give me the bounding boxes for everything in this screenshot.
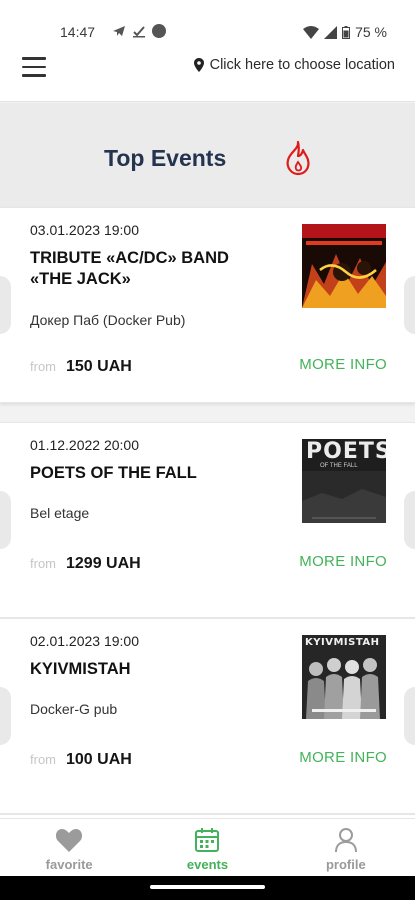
carousel-edge-right bbox=[404, 276, 415, 334]
event-card[interactable]: 01.12.2022 20:00 POETS OF THE FALL Bel e… bbox=[0, 422, 415, 618]
check-icon bbox=[133, 26, 145, 38]
more-info-button[interactable]: MORE INFO bbox=[299, 553, 387, 570]
carousel-edge-left bbox=[0, 491, 11, 549]
top-events-banner: Top Events bbox=[0, 103, 415, 207]
carousel-edge-right bbox=[404, 687, 415, 745]
price-value: 1299 UAH bbox=[66, 555, 141, 572]
heart-icon bbox=[56, 829, 83, 852]
price-value: 150 UAH bbox=[66, 358, 132, 375]
signal-icon bbox=[324, 25, 338, 39]
nav-profile-label: profile bbox=[325, 857, 366, 872]
home-indicator[interactable] bbox=[150, 885, 265, 889]
event-title: POETS OF THE FALL bbox=[30, 464, 197, 482]
nav-events[interactable]: events bbox=[138, 819, 276, 876]
location-label: Click here to choose location bbox=[209, 57, 395, 73]
menu-button[interactable] bbox=[22, 57, 48, 79]
event-date: 02.01.2023 19:00 bbox=[30, 633, 139, 649]
event-date: 01.12.2022 20:00 bbox=[30, 437, 139, 453]
battery-percent: 75 % bbox=[355, 24, 387, 40]
more-info-button[interactable]: MORE INFO bbox=[299, 749, 387, 766]
event-card[interactable]: 03.01.2023 19:00 TRIBUTE «AC/DC» BAND «T… bbox=[0, 207, 415, 403]
bottom-navigation: favorite events profile bbox=[0, 818, 415, 876]
user-icon bbox=[334, 828, 357, 853]
system-gesture-bar bbox=[0, 876, 415, 900]
event-date: 03.01.2023 19:00 bbox=[30, 222, 139, 238]
poster-title: POETS bbox=[306, 439, 386, 464]
event-poster-image[interactable] bbox=[302, 224, 386, 308]
carousel-edge-left bbox=[0, 687, 11, 745]
wifi-icon bbox=[303, 25, 320, 39]
more-info-button[interactable]: MORE INFO bbox=[299, 356, 387, 373]
app-header: Click here to choose location bbox=[0, 40, 415, 102]
price-from-label: from bbox=[30, 556, 56, 571]
fire-icon bbox=[286, 140, 310, 176]
event-poster-image[interactable]: KYIVMISTAH bbox=[302, 635, 386, 719]
event-venue: Bel etage bbox=[30, 505, 90, 521]
page-title: Top Events bbox=[104, 145, 227, 171]
nav-favorite-label: favorite bbox=[45, 857, 93, 872]
nav-profile[interactable]: profile bbox=[277, 819, 415, 876]
location-pin-icon bbox=[193, 58, 204, 72]
event-card[interactable]: 02.01.2023 19:00 KYIVMISTAH Docker-G pub… bbox=[0, 618, 415, 814]
event-poster-image[interactable]: POETS OF THE FALL bbox=[302, 439, 386, 523]
event-venue: Докер Паб (Docker Pub) bbox=[30, 312, 186, 328]
nav-favorite[interactable]: favorite bbox=[0, 819, 138, 876]
status-time: 14:47 bbox=[60, 24, 96, 40]
price-row: from 100 UAH bbox=[30, 751, 132, 769]
nav-events-label: events bbox=[186, 857, 229, 872]
carousel-edge-right bbox=[404, 491, 415, 549]
poster-subtitle: OF THE FALL bbox=[320, 463, 358, 469]
poster-title: KYIVMISTAH bbox=[305, 637, 380, 648]
circle-icon bbox=[152, 24, 166, 38]
price-row: from 150 UAH bbox=[30, 358, 132, 376]
battery-icon bbox=[342, 25, 351, 39]
telegram-icon bbox=[113, 26, 125, 36]
price-from-label: from bbox=[30, 752, 56, 767]
event-venue: Docker-G pub bbox=[30, 701, 118, 717]
price-from-label: from bbox=[30, 359, 56, 374]
price-value: 100 UAH bbox=[66, 751, 132, 768]
price-row: from 1299 UAH bbox=[30, 555, 141, 573]
calendar-icon bbox=[195, 828, 220, 852]
event-title: KYIVMISTAH bbox=[30, 660, 131, 678]
system-icons: 75 % bbox=[303, 24, 387, 40]
choose-location-link[interactable]: Click here to choose location bbox=[193, 57, 395, 73]
notification-icons bbox=[112, 24, 166, 38]
event-title: TRIBUTE «AC/DC» BAND «THE JACK» bbox=[30, 249, 229, 288]
status-bar: 14:47 75 % bbox=[0, 0, 415, 40]
carousel-edge-left bbox=[0, 276, 11, 334]
